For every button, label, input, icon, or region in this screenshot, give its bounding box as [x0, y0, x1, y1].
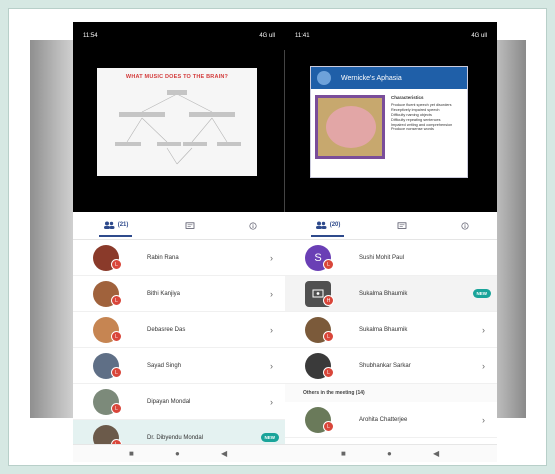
- slide-bullets: Characteristics Produce fluent speech ye…: [391, 95, 465, 132]
- slide-heading: Characteristics: [391, 95, 424, 100]
- status-time: 11:54: [83, 33, 98, 39]
- home-icon[interactable]: ●: [175, 449, 180, 458]
- brain-image: [315, 95, 385, 159]
- list-item[interactable]: L Bithi Kanjiya ›: [73, 276, 285, 312]
- left-phone-screen: 11:54 4G ull WHAT MUSIC DOES TO THE BRAI…: [73, 22, 285, 460]
- participant-name: Rabin Rana: [147, 254, 179, 261]
- mind-map-diagram: [115, 90, 241, 165]
- chevron-right-icon[interactable]: ›: [270, 289, 273, 299]
- chevron-right-icon[interactable]: ›: [482, 361, 485, 371]
- chat-icon: [185, 221, 195, 229]
- status-signal: 4G ull: [471, 33, 487, 39]
- new-badge: NEW: [260, 433, 279, 442]
- participant-name: Dr. Dibyendu Mondal: [147, 434, 204, 441]
- list-item[interactable]: L Shubhankar Sarkar ›: [285, 348, 497, 384]
- list-item[interactable]: H Sukalma Bhaumik NEW: [285, 276, 497, 312]
- status-bar: 11:41 4G ull: [285, 22, 497, 50]
- slide-title: Wernicke's Aphasia: [341, 74, 402, 82]
- brain-icon: [326, 106, 376, 148]
- status-badge: L: [323, 367, 334, 378]
- meeting-tabs: (20): [285, 212, 497, 240]
- android-nav-bar: ■ ● ◀ ■ ● ◀: [73, 444, 497, 462]
- list-item[interactable]: L Rabin Rana ›: [73, 240, 285, 276]
- new-badge: NEW: [472, 289, 491, 298]
- recents-icon[interactable]: ■: [129, 449, 134, 458]
- status-badge: L: [111, 367, 122, 378]
- list-item[interactable]: L Dipayan Mondal ›: [73, 384, 285, 420]
- chevron-right-icon[interactable]: ›: [482, 415, 485, 425]
- tab-chat[interactable]: [184, 221, 196, 230]
- presentation-area[interactable]: Wernicke's Aphasia Characteristics Produ…: [285, 50, 497, 212]
- status-badge: L: [323, 421, 334, 432]
- chevron-right-icon[interactable]: ›: [270, 397, 273, 407]
- status-signal: 4G ull: [259, 33, 275, 39]
- others-section-header: Others in the meeting (14): [285, 384, 497, 402]
- status-badge: L: [323, 331, 334, 342]
- participant-name: Sayad Singh: [147, 362, 182, 369]
- participant-list: L Rabin Rana › L Bithi Kanjiya › L Debas…: [73, 240, 285, 456]
- back-icon[interactable]: ◀: [221, 449, 227, 458]
- presentation-slide: WHAT MUSIC DOES TO THE BRAIN?: [97, 68, 257, 176]
- people-icon: [103, 221, 115, 229]
- participant-name: Dipayan Mondal: [147, 398, 191, 405]
- status-badge: L: [111, 259, 122, 270]
- meeting-tabs: (21): [73, 212, 285, 240]
- participant-name: Sukalma Bhaumik: [359, 290, 408, 297]
- participant-name: Sukalma Bhaumik: [359, 326, 408, 333]
- participant-count: (20): [329, 221, 341, 228]
- participant-name: Shubhankar Sarkar: [359, 362, 411, 369]
- participant-name: Sushi Mohit Paul: [359, 254, 405, 261]
- status-badge: L: [111, 331, 122, 342]
- tab-info[interactable]: [459, 221, 471, 230]
- slide-header: Wernicke's Aphasia: [311, 67, 467, 89]
- info-icon: [249, 221, 257, 230]
- chat-icon: [397, 221, 407, 229]
- list-item[interactable]: L Sukalma Bhaumik ›: [285, 312, 497, 348]
- list-item[interactable]: S L Sushi Mohit Paul: [285, 240, 497, 276]
- home-icon[interactable]: ●: [387, 449, 392, 458]
- status-badge: L: [111, 295, 122, 306]
- status-badge: L: [111, 403, 122, 414]
- presentation-slide: Wernicke's Aphasia Characteristics Produ…: [310, 66, 468, 178]
- participant-list: S L Sushi Mohit Paul H Sukalma Bhaumik N…: [285, 240, 497, 438]
- chevron-right-icon[interactable]: ›: [270, 361, 273, 371]
- participant-name: Arohita Chatterjee: [359, 416, 408, 423]
- status-bar: 11:54 4G ull: [73, 22, 285, 50]
- bullet: Produce nonsense words: [391, 127, 434, 132]
- chevron-right-icon[interactable]: ›: [270, 325, 273, 335]
- participant-name: Debasree Das: [147, 326, 186, 333]
- list-item[interactable]: L Arohita Chatterjee ›: [285, 402, 497, 438]
- right-phone-screen: 11:41 4G ull Wernicke's Aphasia Characte…: [285, 22, 497, 460]
- status-badge: H: [323, 295, 334, 306]
- screen-share-icon: [312, 289, 324, 298]
- tab-chat[interactable]: [396, 221, 408, 230]
- slide-title: WHAT MUSIC DOES TO THE BRAIN?: [125, 74, 229, 80]
- list-item[interactable]: L Debasree Das ›: [73, 312, 285, 348]
- people-icon: [315, 221, 327, 229]
- chevron-right-icon[interactable]: ›: [482, 325, 485, 335]
- chevron-right-icon[interactable]: ›: [270, 253, 273, 263]
- participant-count: (21): [117, 221, 129, 228]
- participant-name: Bithi Kanjiya: [147, 290, 181, 297]
- list-item[interactable]: L Sayad Singh ›: [73, 348, 285, 384]
- back-icon[interactable]: ◀: [433, 449, 439, 458]
- status-badge: L: [323, 259, 334, 270]
- status-time: 11:41: [295, 33, 310, 39]
- info-icon: [461, 221, 469, 230]
- tab-participants[interactable]: (20): [310, 215, 345, 237]
- tab-participants[interactable]: (21): [98, 215, 133, 237]
- logo-icon: [317, 71, 331, 85]
- presentation-area[interactable]: WHAT MUSIC DOES TO THE BRAIN?: [73, 50, 285, 212]
- tab-info[interactable]: [247, 221, 259, 230]
- recents-icon[interactable]: ■: [341, 449, 346, 458]
